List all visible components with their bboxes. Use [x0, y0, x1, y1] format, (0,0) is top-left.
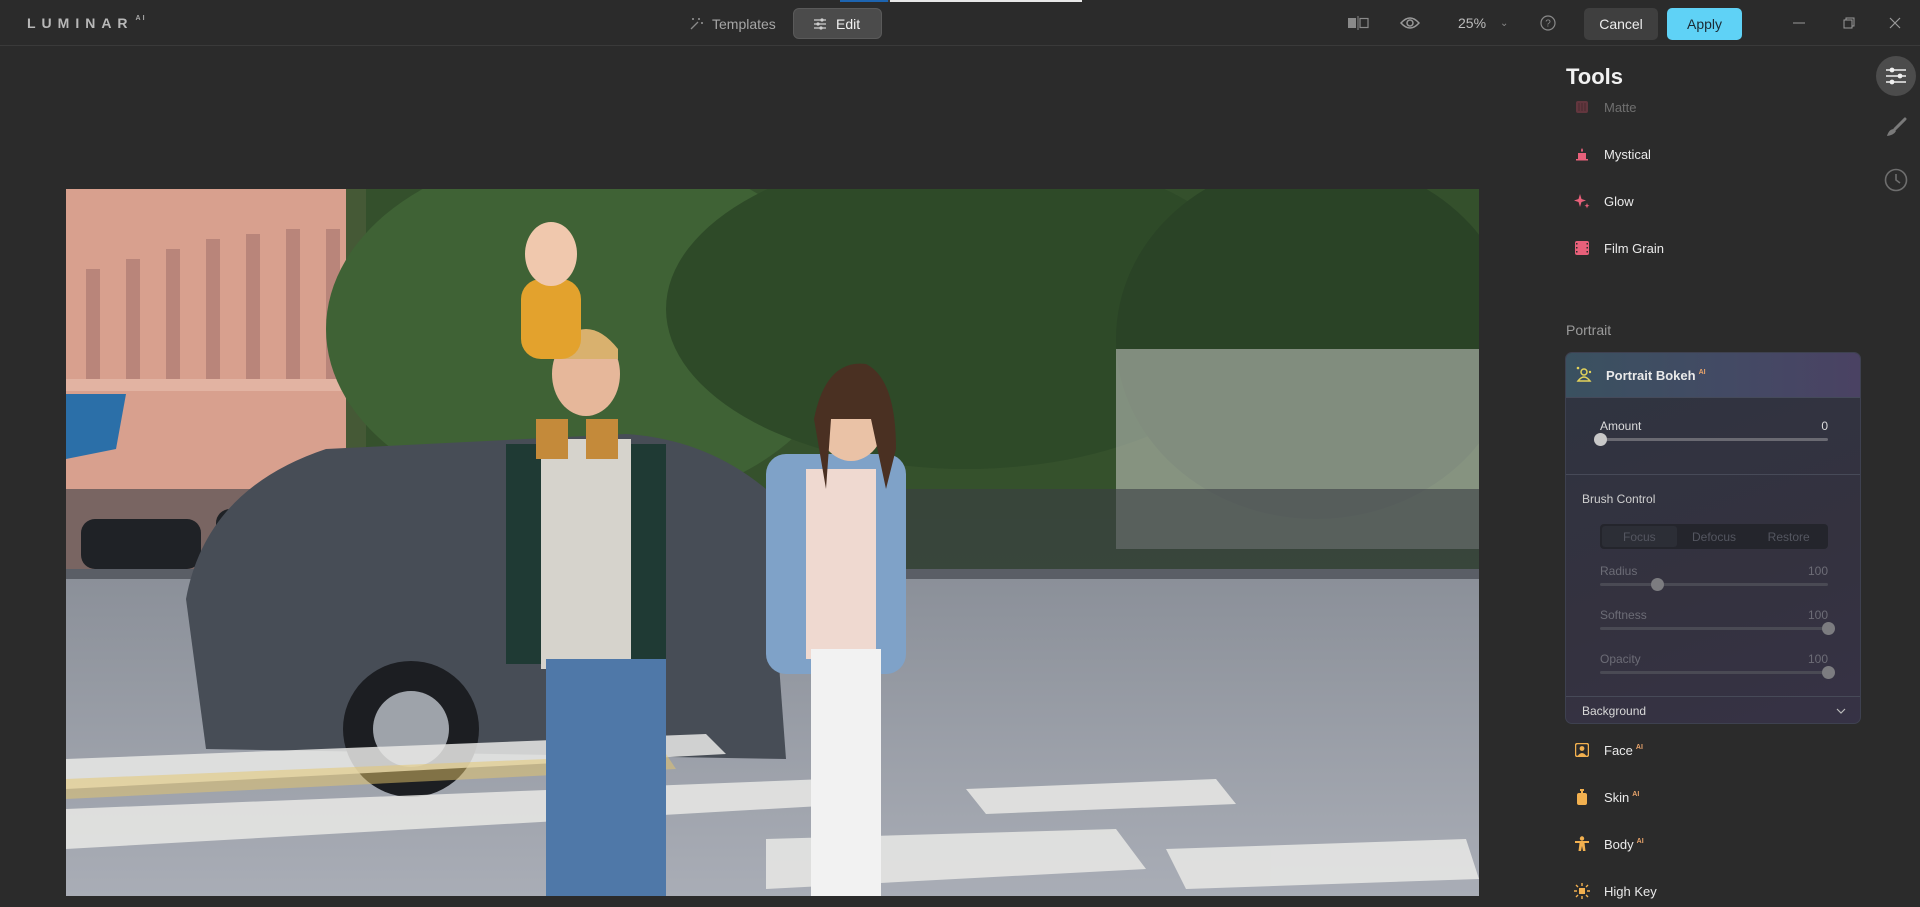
- progress-fill: [840, 0, 888, 2]
- rail-edit-tools[interactable]: [1876, 56, 1916, 96]
- tab-edit-label: Edit: [836, 15, 861, 32]
- photo-preview[interactable]: [66, 189, 1479, 896]
- ai-badge: AI: [1635, 743, 1643, 751]
- portrait-bokeh-title: Portrait Bokeh: [1606, 367, 1696, 383]
- skin-icon: [1574, 789, 1590, 805]
- opacity-thumb[interactable]: [1822, 666, 1835, 679]
- compare-button[interactable]: [1347, 13, 1369, 33]
- chevron-down-icon: [1836, 708, 1846, 714]
- background-section[interactable]: Background: [1566, 697, 1860, 723]
- tool-face[interactable]: Face AI: [1574, 738, 1643, 762]
- app-logo: LUMINAR AI: [27, 15, 147, 31]
- rail-brush[interactable]: [1876, 108, 1916, 148]
- softness-thumb[interactable]: [1822, 622, 1835, 635]
- svg-text:?: ?: [1545, 19, 1551, 30]
- tool-label: Mystical: [1604, 146, 1651, 162]
- tool-label: Body: [1604, 836, 1634, 852]
- radius-thumb[interactable]: [1651, 578, 1664, 591]
- tool-label: High Key: [1604, 883, 1657, 899]
- amount-label: Amount: [1600, 419, 1642, 433]
- tool-glow[interactable]: Glow: [1574, 189, 1634, 213]
- tool-label: Glow: [1604, 193, 1634, 209]
- softness-value: 100: [1807, 608, 1828, 622]
- restore-icon: [1843, 17, 1855, 29]
- amount-value: 0: [1821, 419, 1828, 433]
- mystical-icon: [1574, 146, 1590, 162]
- tool-high-key[interactable]: High Key: [1574, 879, 1657, 903]
- close-icon: [1889, 17, 1901, 29]
- help-icon: ?: [1540, 15, 1556, 31]
- tab-edit[interactable]: Edit: [793, 8, 882, 39]
- brush-mode-focus[interactable]: Focus: [1602, 526, 1677, 547]
- amount-thumb[interactable]: [1594, 433, 1607, 446]
- apply-button[interactable]: Apply: [1667, 8, 1742, 40]
- face-icon: [1574, 742, 1590, 758]
- background-label: Background: [1582, 703, 1647, 718]
- ai-badge: AI: [1636, 837, 1644, 845]
- rail-history[interactable]: [1876, 160, 1916, 200]
- zoom-value: 25%: [1458, 15, 1487, 31]
- edit-tools-icon: [1886, 67, 1906, 85]
- opacity-value: 100: [1807, 652, 1828, 666]
- body-icon: [1574, 836, 1590, 852]
- brush-mode-defocus[interactable]: Defocus: [1677, 526, 1752, 547]
- matte-icon: [1574, 99, 1590, 115]
- ai-badge: AI: [1632, 790, 1640, 798]
- portrait-bokeh-icon: [1576, 366, 1592, 385]
- compare-icon: [1348, 16, 1369, 30]
- radius-label: Radius: [1600, 564, 1638, 578]
- high-key-icon: [1574, 883, 1590, 899]
- close-button[interactable]: [1885, 13, 1905, 33]
- preview-button[interactable]: [1399, 13, 1421, 33]
- sliders-icon: [814, 17, 826, 30]
- tool-label: Skin: [1604, 789, 1630, 805]
- eye-icon: [1400, 17, 1420, 29]
- logo-text: LUMINAR: [27, 15, 134, 31]
- minimize-button[interactable]: [1789, 13, 1809, 33]
- softness-track[interactable]: [1600, 627, 1828, 630]
- tool-label: Film Grain: [1604, 240, 1664, 256]
- help-button[interactable]: ?: [1537, 13, 1559, 33]
- tab-templates[interactable]: Templates: [670, 8, 794, 39]
- divider: [1566, 474, 1860, 475]
- radius-value: 100: [1807, 564, 1828, 578]
- opacity-label: Opacity: [1600, 652, 1641, 666]
- ai-badge: AI: [1698, 368, 1706, 376]
- brush-control-label: Brush Control: [1582, 492, 1656, 506]
- top-bar: LUMINAR AI Templates Edit 25% ⌄ ? Cancel …: [0, 0, 1920, 46]
- softness-label: Softness: [1600, 608, 1647, 622]
- portrait-bokeh-header[interactable]: Portrait Bokeh AI: [1566, 353, 1860, 398]
- tab-templates-label: Templates: [712, 15, 776, 32]
- tool-label: Face: [1604, 742, 1633, 758]
- restore-button[interactable]: [1839, 13, 1859, 33]
- opacity-track[interactable]: [1600, 671, 1828, 674]
- progress-track-highlight: [890, 0, 1082, 2]
- photo-image: [66, 189, 1479, 896]
- chevron-down-icon: ⌄: [1500, 17, 1509, 29]
- history-icon: [1884, 168, 1908, 192]
- tool-matte[interactable]: Matte: [1574, 95, 1637, 119]
- tool-label: Matte: [1604, 99, 1637, 115]
- tool-body[interactable]: Body AI: [1574, 832, 1644, 856]
- brush-mode-selector: Focus Defocus Restore: [1600, 524, 1828, 549]
- magic-wand-icon: [690, 17, 703, 29]
- portrait-bokeh-card: Portrait Bokeh AI Amount 0 Brush Control …: [1565, 352, 1861, 724]
- radius-track[interactable]: [1600, 583, 1828, 586]
- cancel-button[interactable]: Cancel: [1584, 8, 1658, 40]
- logo-superscript: AI: [135, 15, 147, 22]
- film-grain-icon: [1574, 240, 1590, 256]
- tool-film-grain[interactable]: Film Grain: [1574, 236, 1664, 260]
- panel-title: Tools: [1566, 64, 1624, 89]
- amount-track[interactable]: [1600, 438, 1828, 441]
- brush-icon: [1887, 117, 1907, 136]
- minimize-icon: [1793, 22, 1805, 24]
- section-portrait: Portrait: [1566, 322, 1612, 338]
- zoom-dropdown[interactable]: 25% ⌄: [1458, 15, 1508, 31]
- tools-panel: Tools Matte Mystical Glow Film Grain Por…: [1540, 47, 1861, 907]
- tool-skin[interactable]: Skin AI: [1574, 785, 1639, 809]
- glow-icon: [1574, 193, 1590, 209]
- tool-mystical[interactable]: Mystical: [1574, 142, 1651, 166]
- brush-mode-restore[interactable]: Restore: [1751, 526, 1826, 547]
